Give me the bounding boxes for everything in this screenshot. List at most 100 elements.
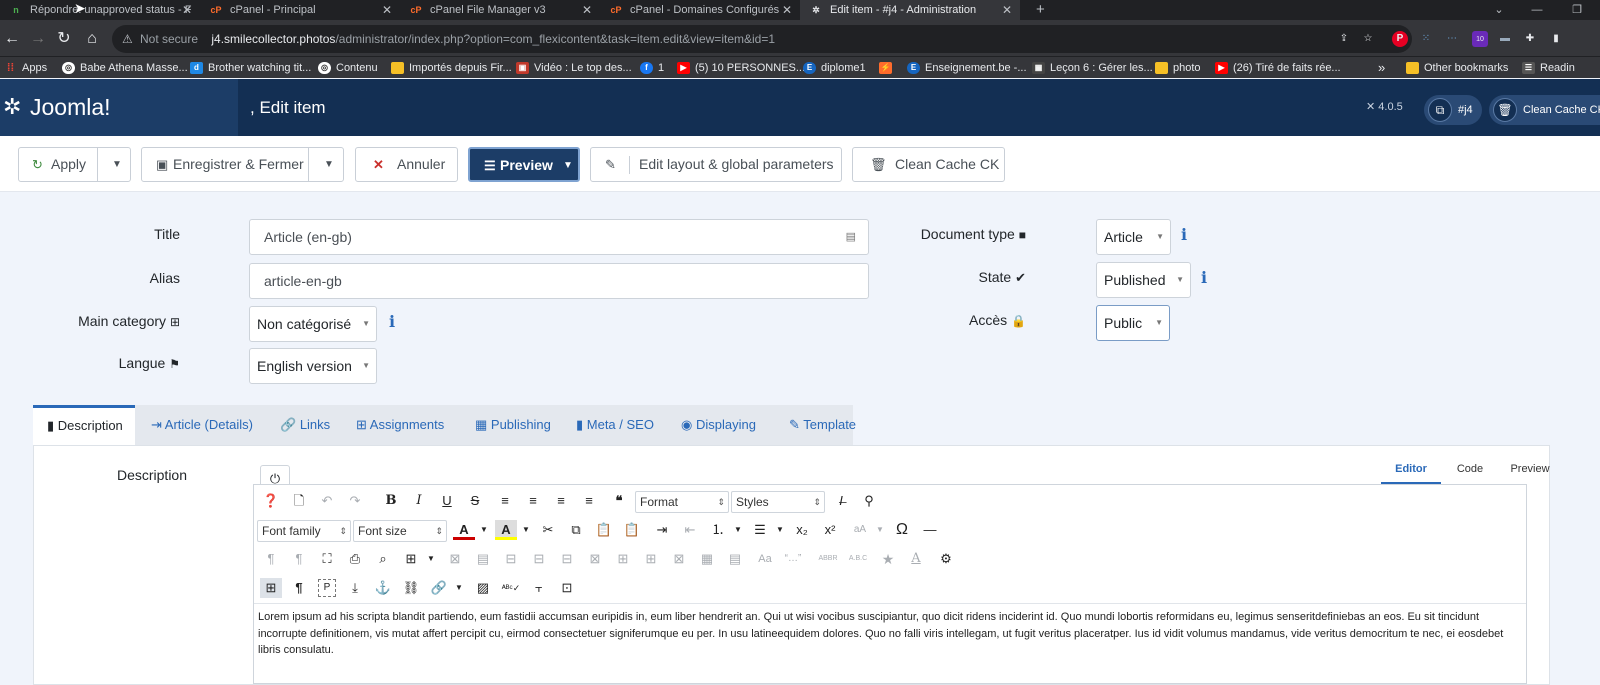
tab-links[interactable]: 🔗 Links xyxy=(280,405,330,445)
tab-assignments[interactable]: ⊞ Assignments xyxy=(356,405,444,445)
paste-icon[interactable]: 📋 xyxy=(593,520,615,540)
visual-blocks-icon[interactable]: ⊞ xyxy=(260,578,282,598)
bookmark-item[interactable]: ◎ Contenu xyxy=(318,60,378,76)
ltr-icon[interactable]: ¶ xyxy=(260,549,282,569)
template-icon[interactable]: ⊡ xyxy=(556,578,578,598)
align-justify-icon[interactable]: ≡ xyxy=(494,491,516,511)
home-icon[interactable]: ⌂ xyxy=(82,29,102,49)
back-icon[interactable]: ← xyxy=(2,29,22,49)
clear-format-icon[interactable]: I̶ xyxy=(830,491,852,511)
redo-icon[interactable]: ↷ xyxy=(344,491,366,511)
subscript-icon[interactable]: x₂ xyxy=(791,520,813,540)
dots-extension-icon[interactable]: ⋯ xyxy=(1444,31,1460,47)
print-icon[interactable]: ⎙ xyxy=(344,549,366,569)
table-delete-icon[interactable]: ⊠ xyxy=(444,549,466,569)
tab-publishing[interactable]: ▦ Publishing xyxy=(475,405,551,445)
grid-extension-icon[interactable]: ⁙ xyxy=(1418,31,1434,47)
state-select[interactable]: Published ▼ xyxy=(1096,262,1191,298)
browser-tab[interactable]: cP cPanel File Manager v3 ✕ xyxy=(400,0,600,20)
extension-icon[interactable]: 10 xyxy=(1472,31,1488,47)
chevron-down-icon[interactable]: ▼ xyxy=(448,578,470,598)
reload-icon[interactable]: ↻ xyxy=(54,29,74,49)
blockquote-icon[interactable]: ❝ xyxy=(608,491,630,511)
table-row-delete-icon[interactable]: ⊟ xyxy=(556,549,578,569)
anchor-icon[interactable]: ⚓ xyxy=(372,578,394,598)
bookmark-item[interactable]: E Enseignement.be -... xyxy=(907,60,1027,76)
fullscreen-icon[interactable]: ⛶ xyxy=(316,549,338,569)
align-center-icon[interactable]: ≡ xyxy=(522,491,544,511)
other-bookmarks-folder[interactable]: Other bookmarks xyxy=(1406,60,1508,76)
bookmark-item[interactable]: Ediplome1 xyxy=(803,60,866,76)
new-tab-button[interactable]: + xyxy=(1028,0,1058,20)
clipboard-icon[interactable]: ▤ xyxy=(846,220,856,254)
access-select[interactable]: Public ▼ xyxy=(1096,305,1170,341)
styles-select[interactable]: Styles ⇕ xyxy=(731,491,825,513)
new-document-icon[interactable]: 🗋 xyxy=(288,491,310,511)
meet-extension-icon[interactable]: ▬ xyxy=(1497,31,1513,47)
share-icon[interactable]: ⇪ xyxy=(1336,31,1352,47)
browser-tab[interactable]: cP cPanel - Principal ✕ xyxy=(200,0,400,20)
indent-icon[interactable]: ⇥ xyxy=(651,520,673,540)
bookmark-item[interactable]: ▶ (5) 10 PERSONNES... xyxy=(677,60,805,76)
save-close-button[interactable]: Enregistrer & Fermer xyxy=(173,148,304,181)
edit-layout-button[interactable]: ✎ Edit layout & global parameters xyxy=(590,147,842,182)
bookmark-item[interactable]: ▦ Leçon 6 : Gérer les... xyxy=(1032,60,1153,76)
browser-tab[interactable]: n Répondre: unapproved status - F ✕ xyxy=(0,0,200,20)
placeholder-icon[interactable]: P xyxy=(318,579,336,597)
text-style-icon[interactable]: A xyxy=(905,549,927,569)
close-icon[interactable]: ✕ xyxy=(1002,0,1012,20)
apply-dropdown-toggle[interactable]: ▼ xyxy=(112,148,122,181)
tab-meta-seo[interactable]: ▮ Meta / SEO xyxy=(576,405,654,445)
bookmark-item[interactable]: ▣ Vidéo : Le top des... xyxy=(516,60,632,76)
tab-template[interactable]: ✎ Template xyxy=(789,405,856,445)
outdent-icon[interactable]: ⇤ xyxy=(679,520,701,540)
doctype-info-icon[interactable]: i xyxy=(1181,225,1187,244)
search-icon[interactable]: ⌕ xyxy=(372,549,394,569)
italic-icon[interactable]: I xyxy=(408,491,430,511)
chevron-down-icon[interactable]: ▼ xyxy=(473,520,495,540)
help-icon[interactable]: ❓ xyxy=(260,491,282,511)
chevron-down-icon[interactable]: ▼ xyxy=(869,520,891,540)
table-icon[interactable]: ⊞ xyxy=(400,549,422,569)
table-row-insert-before-icon[interactable]: ⊟ xyxy=(500,549,522,569)
paste-text-icon[interactable]: 📋 xyxy=(621,520,643,540)
browser-tab-active[interactable]: ✲ Edit item - #j4 - Administration ✕ xyxy=(800,0,1020,20)
bookmarks-overflow-button[interactable]: » xyxy=(1378,60,1385,76)
puzzle-icon[interactable]: ✚ xyxy=(1522,31,1538,47)
format-select[interactable]: Format ⇕ xyxy=(635,491,729,513)
browser-tab[interactable]: cP cPanel - Domaines Configurés ✕ xyxy=(600,0,800,20)
font-case-icon[interactable]: aA xyxy=(849,520,871,540)
abbr-icon[interactable]: ABBR xyxy=(817,549,839,569)
document-type-select[interactable]: Article ▼ xyxy=(1096,219,1171,255)
table-merge-icon[interactable]: ▤ xyxy=(724,549,746,569)
cancel-button[interactable]: ✕ Annuler xyxy=(355,147,458,182)
horizontal-rule-icon[interactable]: — xyxy=(919,520,941,540)
rtl-icon[interactable]: ¶ xyxy=(288,549,310,569)
close-icon[interactable]: ✕ xyxy=(382,0,392,20)
show-blocks-icon[interactable]: ¶ xyxy=(288,578,310,598)
chevron-down-icon[interactable]: ▼ xyxy=(420,549,442,569)
language-select[interactable]: English version ▼ xyxy=(249,348,377,384)
table-col-insert-before-icon[interactable]: ⊞ xyxy=(612,549,634,569)
numbered-list-icon[interactable]: ⒈ xyxy=(707,520,729,540)
sidebar-icon[interactable]: ▮ xyxy=(1548,31,1564,47)
tab-search-icon[interactable]: ⌄ xyxy=(1484,0,1514,20)
forward-icon[interactable]: → xyxy=(28,29,48,49)
table-col-props-icon[interactable]: ⊠ xyxy=(584,549,606,569)
save-dropdown-toggle[interactable]: ▼ xyxy=(324,148,334,181)
align-right-icon[interactable]: ≡ xyxy=(578,491,600,511)
table-col-insert-after-icon[interactable]: ⊞ xyxy=(640,549,662,569)
category-info-icon[interactable]: i xyxy=(389,312,395,331)
align-left-icon[interactable]: ≡ xyxy=(550,491,572,511)
chevron-down-icon[interactable]: ▼ xyxy=(727,520,749,540)
spellcheck-icon[interactable]: ᴬᴮᶜ✓ xyxy=(500,578,522,598)
tab-displaying[interactable]: ◉ Displaying xyxy=(681,405,756,445)
insert-icon[interactable]: ⤓ xyxy=(344,578,366,598)
joomla-logo[interactable]: ✲ Joomla! xyxy=(0,79,238,136)
bookmark-item[interactable]: d Brother watching tit... xyxy=(190,60,311,76)
bullet-list-icon[interactable]: ☰ xyxy=(749,520,771,540)
close-icon[interactable]: ✕ xyxy=(582,0,592,20)
background-color-icon[interactable]: A xyxy=(495,520,517,540)
table-col-delete-icon[interactable]: ⊠ xyxy=(668,549,690,569)
font-size-select[interactable]: Font size ⇕ xyxy=(353,520,447,542)
